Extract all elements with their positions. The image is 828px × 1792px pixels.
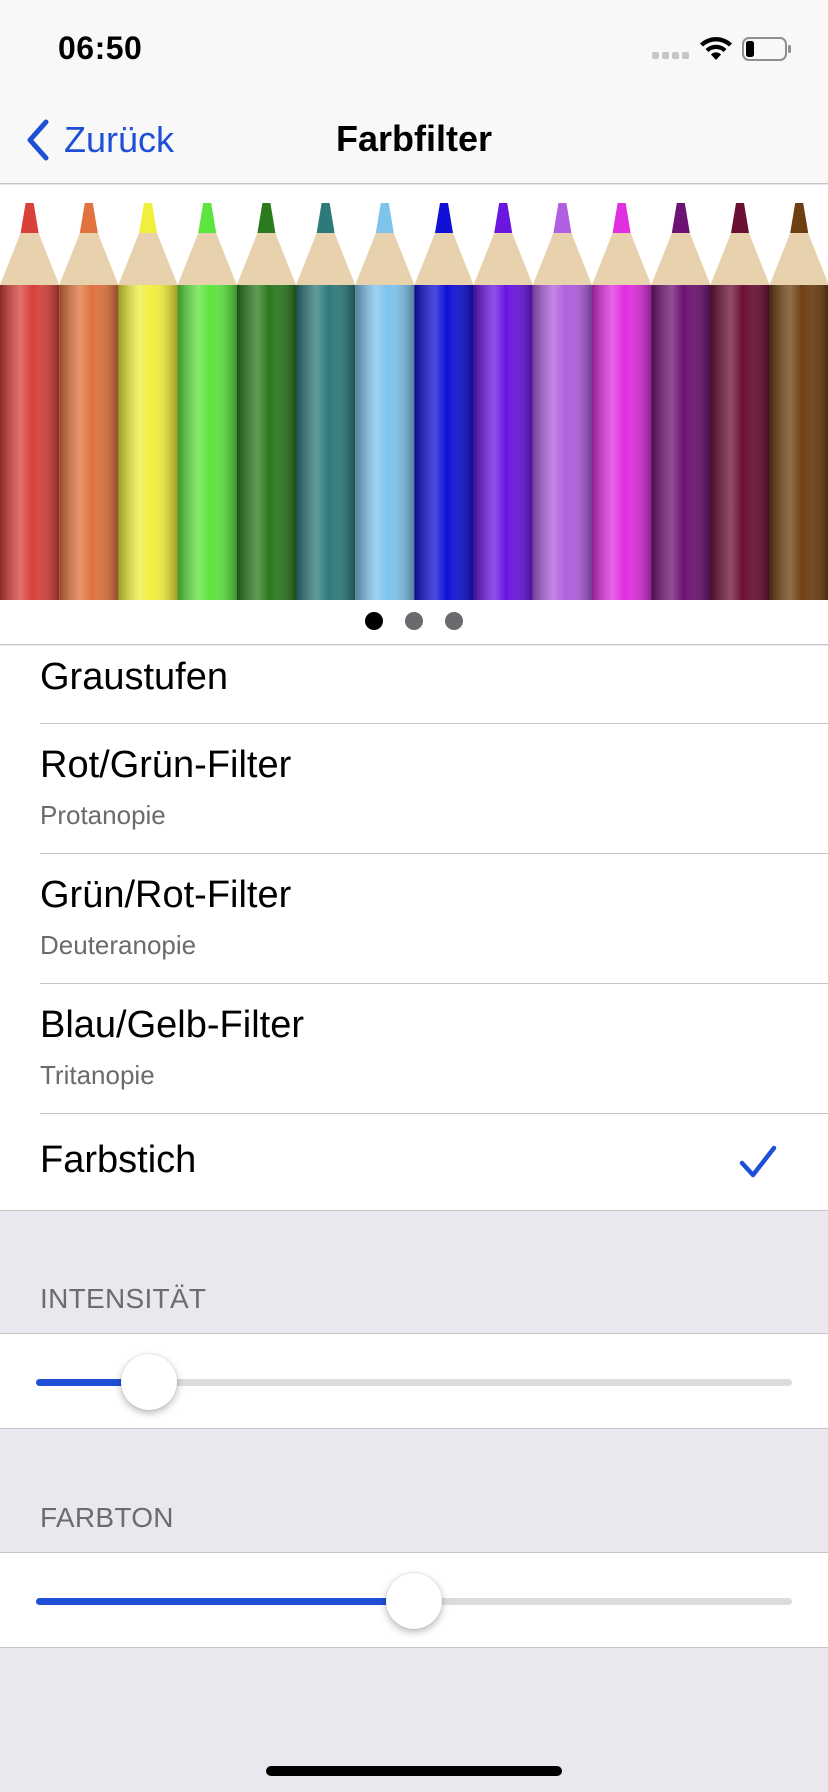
page-dot[interactable] (445, 612, 463, 630)
pencil (592, 203, 652, 600)
wifi-icon (700, 37, 732, 60)
filter-option-subtitle: Protanopie (40, 800, 166, 830)
filter-option[interactable]: Graustufen (0, 646, 828, 724)
pencil (710, 203, 770, 600)
page-control[interactable] (0, 612, 828, 630)
navigation-bar: Zurück Farbfilter (0, 96, 828, 184)
home-indicator[interactable] (266, 1766, 562, 1776)
checkmark-icon (739, 1145, 777, 1178)
intensity-slider-cell (0, 1333, 828, 1429)
filter-preview[interactable] (0, 185, 828, 645)
page-dot[interactable] (405, 612, 423, 630)
filter-option-title: Blau/Gelb-Filter (40, 1004, 304, 1046)
intensity-header: INTENSITÄT (40, 1283, 207, 1314)
page-title: Farbfilter (335, 118, 493, 159)
filter-list: Graustufen Rot/Grün-Filter Protanopie Grün/… (0, 646, 828, 1211)
hue-slider-fill (36, 1598, 414, 1605)
filter-option-title: Farbstich (40, 1139, 197, 1181)
pencil (355, 203, 415, 600)
colored-pencils-image (0, 203, 828, 600)
pencil (532, 203, 592, 600)
pencil (0, 203, 60, 600)
status-bar: 06:50 (0, 0, 828, 96)
pencil (236, 203, 296, 600)
filter-option-title: Rot/Grün-Filter (40, 744, 292, 786)
pencil (177, 203, 237, 600)
filter-option[interactable]: Rot/Grün-Filter Protanopie (0, 724, 828, 854)
pencil (414, 203, 474, 600)
intensity-slider-thumb[interactable] (121, 1354, 178, 1410)
hue-header: FARBTON (40, 1502, 174, 1533)
filter-option-subtitle: Deuteranopie (40, 930, 197, 960)
filter-option[interactable]: Blau/Gelb-Filter Tritanopie (0, 984, 828, 1114)
pencil (769, 203, 828, 600)
pencil (59, 203, 119, 600)
cellular-signal-icon (652, 52, 689, 59)
pencil (118, 203, 178, 600)
filter-option-title: Graustufen (40, 656, 228, 698)
hue-slider-cell (0, 1552, 828, 1648)
battery-icon (742, 37, 791, 61)
filter-option[interactable]: Grün/Rot-Filter Deuteranopie (0, 854, 828, 984)
pencil (651, 203, 711, 600)
filter-option-subtitle: Tritanopie (40, 1060, 155, 1090)
hue-slider-thumb[interactable] (386, 1573, 442, 1629)
filter-option-title: Grün/Rot-Filter (40, 874, 292, 916)
pencil (296, 203, 356, 600)
page-dot[interactable] (365, 612, 383, 630)
status-time: 06:50 (58, 30, 143, 66)
filter-option[interactable]: Farbstich (0, 1114, 828, 1210)
pencil (473, 203, 533, 600)
